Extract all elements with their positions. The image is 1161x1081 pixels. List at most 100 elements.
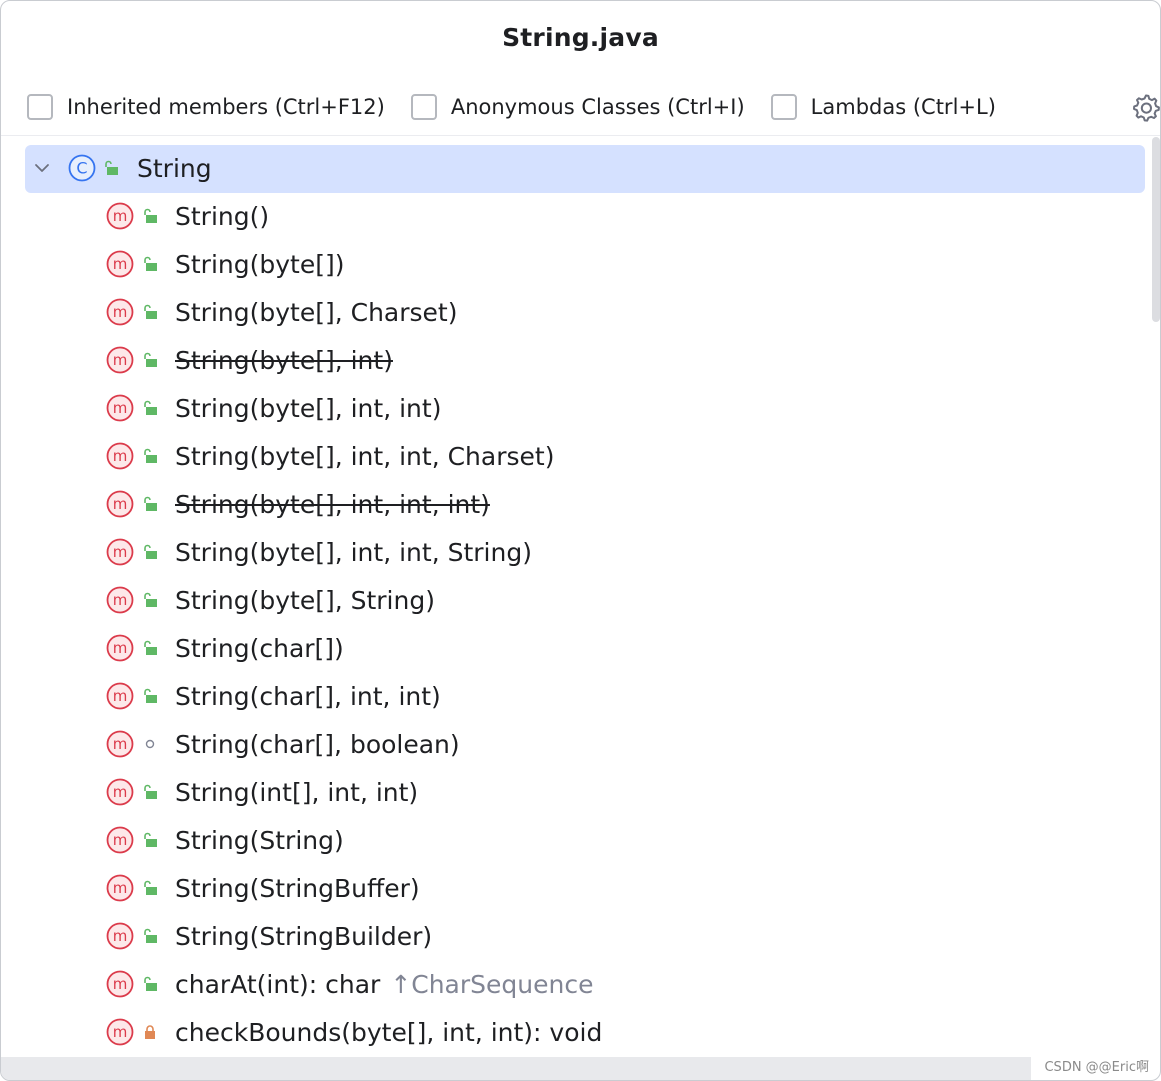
member-label: String(int[], int, int) <box>175 778 418 807</box>
tree-row-member[interactable]: m String(char[], boolean) <box>25 721 1145 769</box>
tree-row-member[interactable]: m String(char[], int, int) <box>25 673 1145 721</box>
public-lock-icon <box>144 544 157 559</box>
method-icon: m <box>106 730 134 758</box>
method-icon: m <box>106 442 134 470</box>
package-private-icon <box>145 739 155 749</box>
class-icon: C <box>68 154 96 182</box>
svg-text:C: C <box>76 159 87 178</box>
inherited-members-checkbox[interactable] <box>27 94 53 120</box>
member-signature: checkBounds(byte[], int, int): void <box>175 1018 603 1047</box>
member-signature: String(char[]) <box>175 634 344 663</box>
public-lock-icon <box>144 256 157 271</box>
public-lock-icon <box>144 688 157 703</box>
tree-row-member[interactable]: m String(byte[], int) <box>25 337 1145 385</box>
popup-title: String.java <box>502 23 659 52</box>
method-icon: m <box>106 490 134 518</box>
chevron-down-icon[interactable] <box>33 159 51 177</box>
member-label: String(byte[], int, int, String) <box>175 538 532 567</box>
method-icon: m <box>106 922 134 950</box>
public-lock-icon <box>144 784 157 799</box>
tree-row-member[interactable]: m String(byte[], int, int, String) <box>25 529 1145 577</box>
inherited-members-label: Inherited members (Ctrl+F12) <box>67 95 385 119</box>
svg-text:m: m <box>113 735 128 753</box>
svg-text:m: m <box>113 975 128 993</box>
tree-row-member[interactable]: m String(int[], int, int) <box>25 769 1145 817</box>
tree-row-member[interactable]: m charAt(int): char ↑CharSequence <box>25 961 1145 1009</box>
watermark: CSDN @@Eric啊 <box>1044 1060 1149 1075</box>
svg-text:m: m <box>113 639 128 657</box>
svg-text:m: m <box>113 879 128 897</box>
member-signature: charAt(int): char <box>175 970 381 999</box>
member-signature: String(char[], boolean) <box>175 730 460 759</box>
member-signature: String(byte[], String) <box>175 586 435 615</box>
tree-row-member[interactable]: m String(byte[]) <box>25 241 1145 289</box>
public-lock-icon <box>144 304 157 319</box>
member-label: String(char[], int, int) <box>175 682 441 711</box>
member-label: String(byte[], int) <box>175 346 393 375</box>
tree-row-member[interactable]: m String(byte[], int, int) <box>25 385 1145 433</box>
member-signature: String(byte[], int, int) <box>175 394 442 423</box>
tree-row-member[interactable]: m String(char[]) <box>25 625 1145 673</box>
member-label: String(byte[]) <box>175 250 344 279</box>
member-label: String(String) <box>175 826 344 855</box>
svg-text:m: m <box>113 927 128 945</box>
member-signature: String() <box>175 202 270 231</box>
tree-row-member[interactable]: m String(StringBuffer) <box>25 865 1145 913</box>
lambdas-option[interactable]: Lambdas (Ctrl+L) <box>770 94 996 120</box>
member-signature: String(StringBuilder) <box>175 922 433 951</box>
vertical-scrollbar-thumb[interactable] <box>1152 137 1160 322</box>
member-label: charAt(int): char ↑CharSequence <box>175 970 593 999</box>
public-lock-icon <box>144 640 157 655</box>
lambdas-checkbox[interactable] <box>770 94 797 120</box>
svg-text:m: m <box>113 831 128 849</box>
structure-tree[interactable]: C String m String() m String(byte[]) m String… <box>1 145 1160 1080</box>
method-icon: m <box>106 682 134 710</box>
public-lock-icon <box>144 352 157 367</box>
tree-row-member[interactable]: m String(byte[], int, int, int) <box>25 481 1145 529</box>
method-icon: m <box>106 538 134 566</box>
gear-icon[interactable] <box>1131 92 1161 122</box>
svg-text:m: m <box>113 207 128 225</box>
anonymous-classes-option[interactable]: Anonymous Classes (Ctrl+I) <box>410 94 745 120</box>
horizontal-scrollbar[interactable] <box>1 1057 1031 1080</box>
member-signature: String(byte[], int, int, String) <box>175 538 532 567</box>
filter-options: Inherited members (Ctrl+F12) Anonymous C… <box>27 91 1160 123</box>
public-lock-icon <box>105 160 118 175</box>
tree-row-member[interactable]: m String(byte[], String) <box>25 577 1145 625</box>
lambdas-label: Lambdas (Ctrl+L) <box>810 95 996 119</box>
header-separator <box>1 135 1160 136</box>
public-lock-icon <box>144 448 157 463</box>
tree-row-member[interactable]: m String(byte[], int, int, Charset) <box>25 433 1145 481</box>
tree-row-root[interactable]: C String <box>25 145 1145 193</box>
method-icon: m <box>106 394 134 422</box>
public-lock-icon <box>144 928 157 943</box>
public-lock-icon <box>144 400 157 415</box>
inherited-members-option[interactable]: Inherited members (Ctrl+F12) <box>27 94 385 120</box>
tree-row-member[interactable]: m String(byte[], Charset) <box>25 289 1145 337</box>
tree-row-member[interactable]: m checkBounds(byte[], int, int): void <box>25 1009 1145 1057</box>
svg-text:m: m <box>113 783 128 801</box>
member-label: String(byte[], int, int) <box>175 394 441 423</box>
method-icon: m <box>106 346 134 374</box>
svg-text:m: m <box>113 495 128 513</box>
member-label: String(StringBuilder) <box>175 922 432 951</box>
tree-row-member[interactable]: m String(StringBuilder) <box>25 913 1145 961</box>
member-label: String() <box>175 202 269 231</box>
method-icon: m <box>106 586 134 614</box>
anonymous-classes-checkbox[interactable] <box>410 94 437 120</box>
method-icon: m <box>106 298 134 326</box>
private-lock-icon <box>145 1025 155 1039</box>
member-signature: String(char[], int, int) <box>175 682 441 711</box>
member-signature: String(String) <box>175 826 344 855</box>
public-lock-icon <box>144 208 157 223</box>
svg-text:m: m <box>113 591 128 609</box>
public-lock-icon <box>144 832 157 847</box>
tree-row-member[interactable]: m String() <box>25 193 1145 241</box>
method-icon: m <box>106 970 134 998</box>
member-label: String(byte[], String) <box>175 586 435 615</box>
member-signature: String(StringBuffer) <box>175 874 420 903</box>
svg-text:m: m <box>113 687 128 705</box>
member-label: String(char[], boolean) <box>175 730 460 759</box>
tree-row-member[interactable]: m String(String) <box>25 817 1145 865</box>
member-signature: String(byte[], int) <box>175 346 393 375</box>
